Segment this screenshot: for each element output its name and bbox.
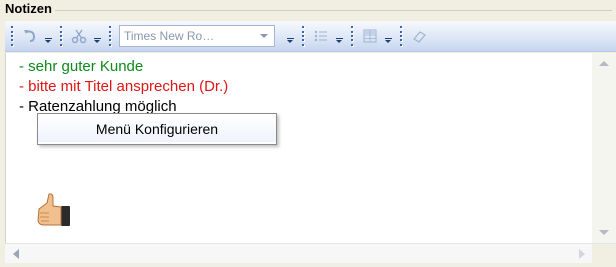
notes-editor[interactable]: - sehr guter Kunde - bitte mit Titel ans… xyxy=(5,53,616,243)
group-title: Notizen xyxy=(4,1,55,16)
thumbs-up-icon xyxy=(34,190,72,228)
toolbar-grip[interactable] xyxy=(60,25,64,47)
scroll-right-icon[interactable] xyxy=(579,249,585,259)
toolbar-grip[interactable] xyxy=(11,25,15,47)
scroll-down-icon[interactable] xyxy=(599,230,609,235)
toolbar-grip[interactable] xyxy=(302,25,306,47)
cut-icon[interactable] xyxy=(68,25,90,47)
menu-item-configure[interactable]: Menü Konfigurieren xyxy=(38,116,276,142)
group-border xyxy=(4,10,612,11)
font-dropdown[interactable] xyxy=(285,25,295,47)
font-name-select[interactable]: Times New Ro… xyxy=(119,25,275,47)
font-name-value: Times New Ro… xyxy=(124,29,215,43)
scroll-up-icon[interactable] xyxy=(599,61,609,66)
list-icon[interactable] xyxy=(310,25,332,47)
eraser-icon[interactable] xyxy=(408,25,430,47)
horizontal-scrollbar[interactable] xyxy=(5,243,616,264)
toolbar-grip[interactable] xyxy=(400,25,404,47)
cut-dropdown[interactable] xyxy=(92,25,102,47)
undo-dropdown[interactable] xyxy=(43,25,53,47)
context-menu: Menü Konfigurieren xyxy=(37,113,277,145)
scroll-left-icon[interactable] xyxy=(13,249,19,259)
undo-icon[interactable] xyxy=(19,25,41,47)
notes-group: Notizen Times New Ro… - sehr guter Kunde… xyxy=(0,0,616,267)
scrollbar-corner xyxy=(592,244,616,264)
format-toolbar: Times New Ro… xyxy=(5,21,616,52)
list-dropdown[interactable] xyxy=(334,25,344,47)
table-icon[interactable] xyxy=(359,25,381,47)
vertical-scrollbar[interactable] xyxy=(592,53,616,243)
chevron-down-icon xyxy=(260,34,268,38)
note-line: - bitte mit Titel ansprechen (Dr.) xyxy=(19,78,229,95)
toolbar-grip[interactable] xyxy=(109,25,113,47)
toolbar-grip[interactable] xyxy=(351,25,355,47)
note-line: - sehr guter Kunde xyxy=(19,58,144,75)
notes-text: - sehr guter Kunde - bitte mit Titel ans… xyxy=(19,57,228,117)
table-dropdown[interactable] xyxy=(383,25,393,47)
